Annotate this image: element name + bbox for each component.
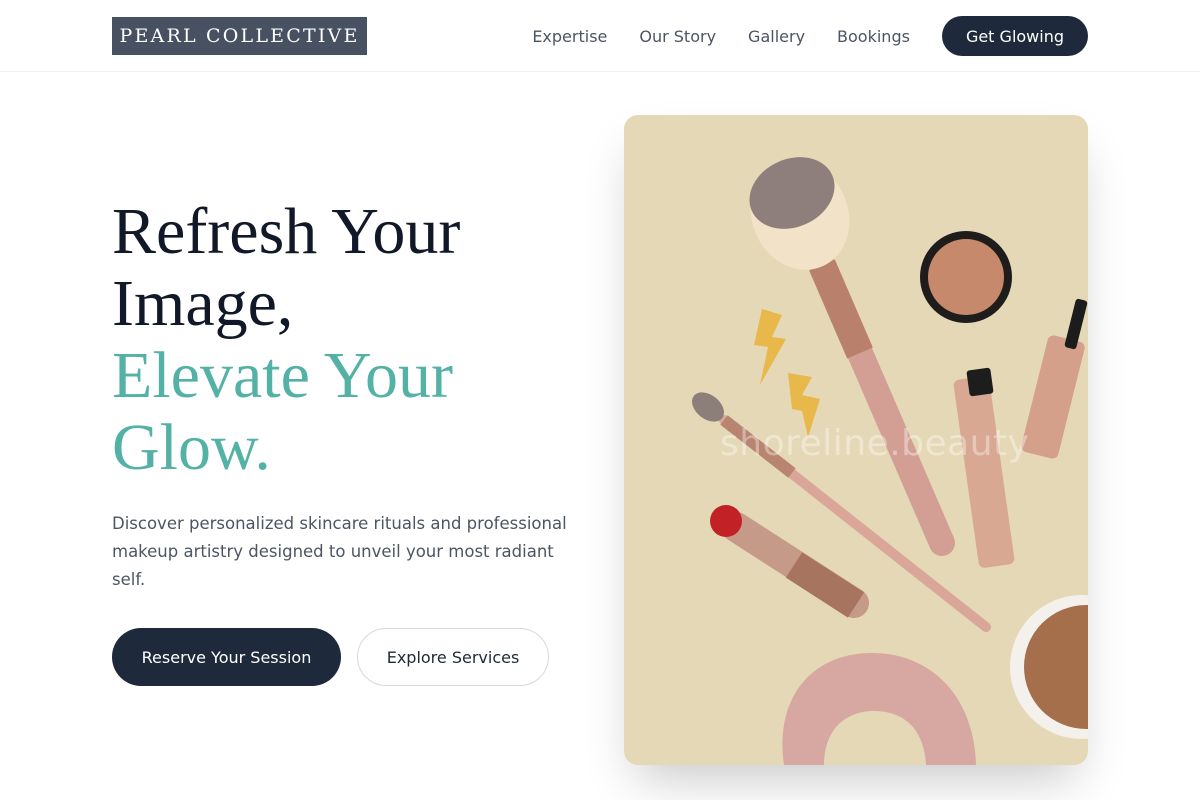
hero-description: Discover personalized skincare rituals a… <box>112 514 567 589</box>
headline-line-2: Image, <box>112 267 294 340</box>
powder-compact <box>1010 595 1088 739</box>
image-watermark: shoreline.beauty <box>720 423 1030 464</box>
headline-line-4: Glow. <box>112 411 271 484</box>
hero-image: shoreline.beauty <box>624 115 1088 765</box>
nav-link-gallery[interactable]: Gallery <box>748 27 805 46</box>
headline-line-3: Elevate Your <box>112 339 453 412</box>
cream-pot <box>920 231 1012 323</box>
hero-content: Refresh Your Image, Elevate Your Glow. D… <box>112 196 582 686</box>
hero-actions: Reserve Your Session Explore Services <box>112 628 582 686</box>
velvet-scrunchie <box>782 653 976 765</box>
nav-link-our-story[interactable]: Our Story <box>639 27 716 46</box>
main-nav: Expertise Our Story Gallery Bookings Get… <box>532 16 1088 56</box>
mascara-tube <box>953 367 1015 568</box>
hero-headline: Refresh Your Image, Elevate Your Glow. <box>112 196 582 484</box>
nav-link-bookings[interactable]: Bookings <box>837 27 910 46</box>
reserve-session-button[interactable]: Reserve Your Session <box>112 628 341 686</box>
nav-link-expertise[interactable]: Expertise <box>532 27 607 46</box>
headline-line-1: Refresh Your <box>112 195 461 268</box>
concealer-tube <box>1021 298 1088 459</box>
brand-logo[interactable]: PEARL COLLECTIVE <box>112 17 367 55</box>
get-glowing-button[interactable]: Get Glowing <box>941 16 1088 56</box>
earring-1 <box>754 309 786 385</box>
lipstick <box>710 505 869 618</box>
site-header: PEARL COLLECTIVE Expertise Our Story Gal… <box>0 0 1200 72</box>
explore-services-button[interactable]: Explore Services <box>357 628 549 686</box>
